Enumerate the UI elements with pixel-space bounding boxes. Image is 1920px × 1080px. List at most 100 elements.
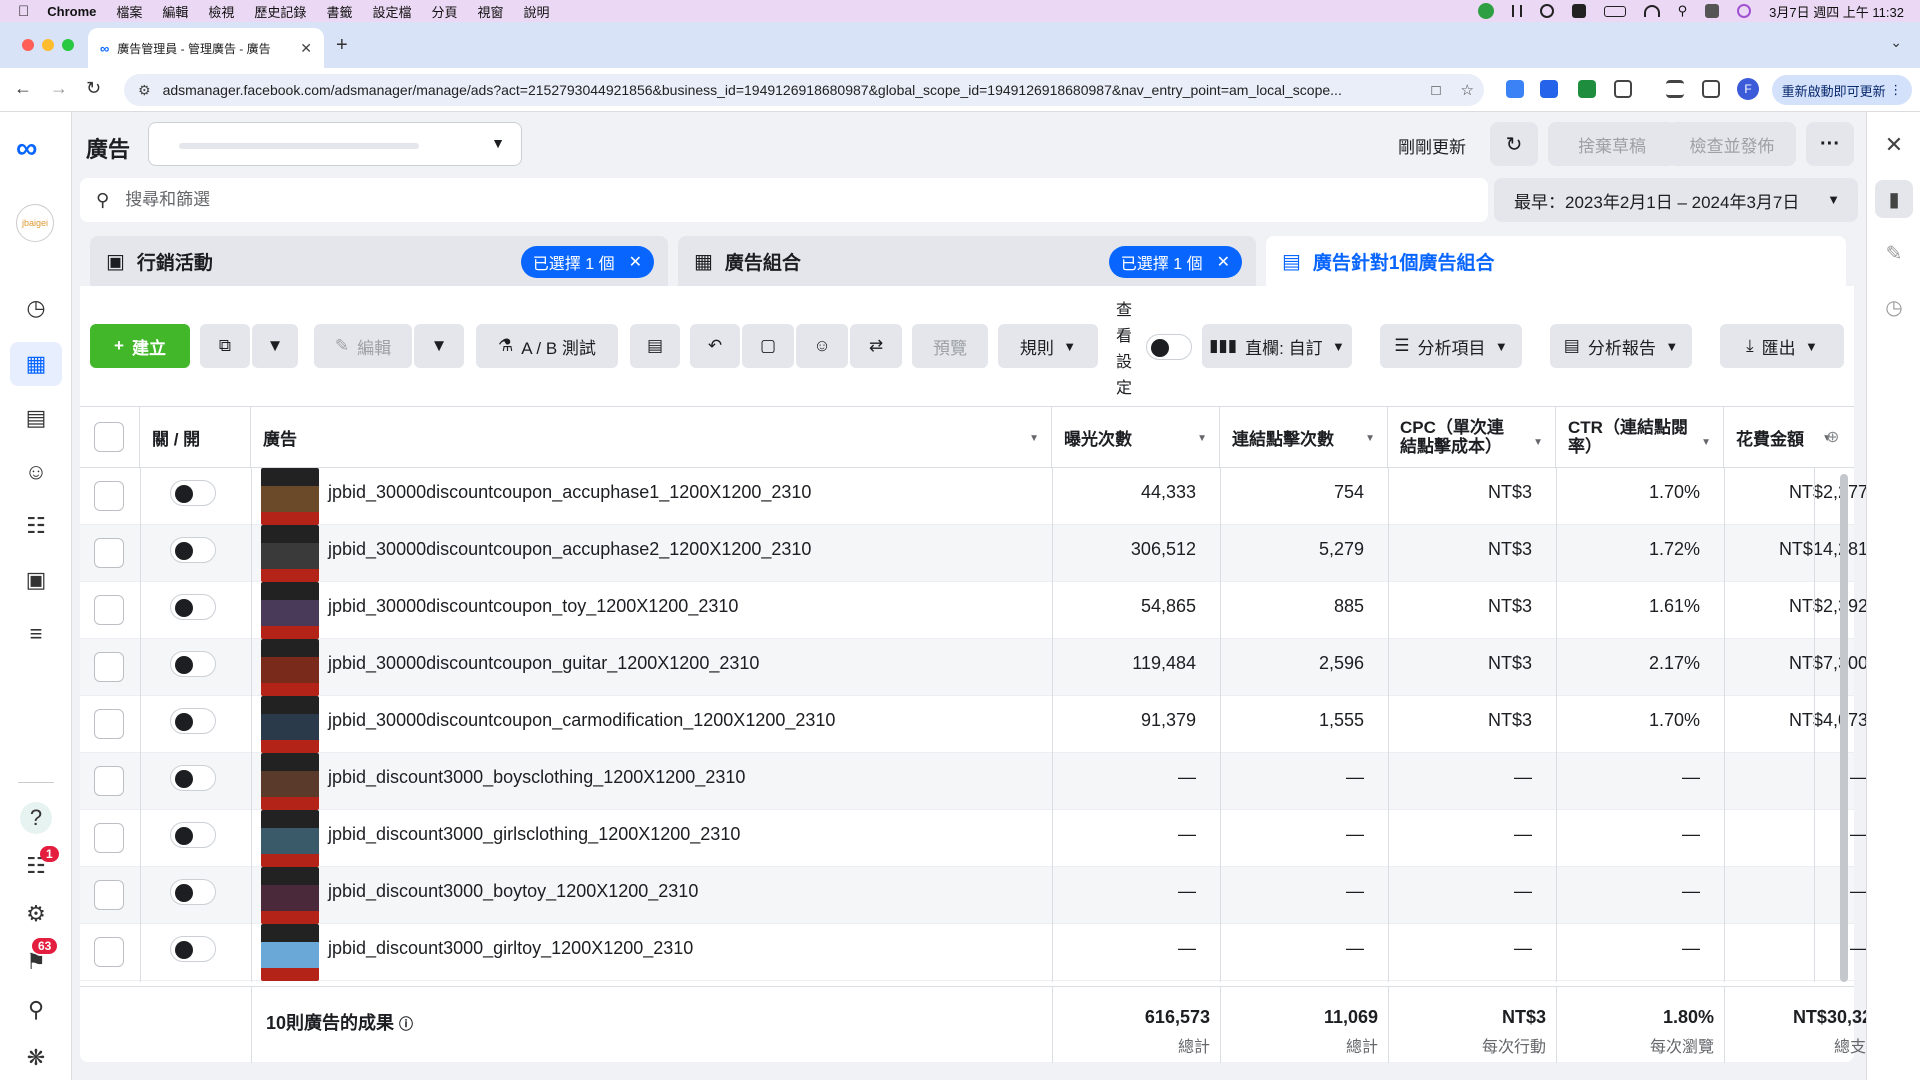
audience-button[interactable]: ☺: [796, 324, 848, 368]
cpc-column-header[interactable]: CPC（單次連結點擊成本） ▼: [1388, 407, 1556, 467]
campaigns-selected-chip[interactable]: 已選擇 1 個 ✕: [520, 246, 654, 278]
ad-thumbnail[interactable]: [261, 582, 319, 639]
all-tools-menu-icon[interactable]: ≡: [20, 618, 52, 650]
menu-view[interactable]: 檢視: [208, 2, 234, 21]
battery-icon[interactable]: [1603, 5, 1626, 17]
table-row[interactable]: jpbid_30000discountcoupon_toy_1200X1200_…: [80, 582, 1868, 639]
media-library-icon[interactable]: ▣: [20, 564, 52, 596]
ads-manager-table-icon[interactable]: ▦: [20, 348, 52, 380]
ad-status-toggle[interactable]: [170, 708, 216, 734]
help-icon[interactable]: ?: [20, 802, 52, 834]
play-icon[interactable]: [1539, 4, 1554, 18]
review-publish-button[interactable]: 檢查並發佈: [1668, 122, 1796, 166]
new-tab-button[interactable]: +: [336, 34, 348, 57]
swap-button[interactable]: ⇄: [850, 324, 902, 368]
breakdown-button[interactable]: ☰ 分析項目 ▼: [1380, 324, 1522, 368]
close-tab-icon[interactable]: ✕: [300, 40, 312, 57]
install-app-icon[interactable]: □: [1431, 82, 1440, 99]
ad-thumbnail[interactable]: [261, 924, 319, 981]
tuning-fork-icon[interactable]: [1511, 5, 1522, 17]
ctr-column-header[interactable]: CTR（連結點閱率） ▼: [1556, 407, 1724, 467]
table-row[interactable]: jpbid_discount3000_girlsclothing_1200X12…: [80, 810, 1868, 867]
edit-dropdown[interactable]: ▼: [414, 324, 464, 368]
add-column-icon[interactable]: ⊕: [1826, 427, 1839, 447]
impressions-column-header[interactable]: 曝光次數 ▼: [1052, 407, 1220, 467]
ad-status-toggle[interactable]: [170, 537, 216, 563]
audiences-icon[interactable]: ☺: [20, 456, 52, 488]
ab-test-button[interactable]: ⚗ A / B 測試: [476, 324, 618, 368]
table-row[interactable]: jpbid_30000discountcoupon_guitar_1200X12…: [80, 639, 1868, 696]
row-checkbox[interactable]: [94, 709, 124, 739]
rules-button[interactable]: 規則 ▼: [998, 324, 1098, 368]
charts-icon[interactable]: ▮: [1875, 180, 1913, 218]
siri-icon[interactable]: [1737, 4, 1752, 18]
reports-button[interactable]: ▤ 分析報告 ▼: [1550, 324, 1692, 368]
puzzle-extensions-icon[interactable]: [1614, 80, 1632, 98]
ad-thumbnail[interactable]: [261, 696, 319, 753]
adsets-selected-chip[interactable]: 已選擇 1 個 ✕: [1108, 246, 1242, 278]
ad-name[interactable]: jpbid_30000discountcoupon_guitar_1200X12…: [328, 653, 759, 674]
ad-thumbnail[interactable]: [261, 810, 319, 867]
table-row[interactable]: jpbid_30000discountcoupon_carmodificatio…: [80, 696, 1868, 753]
tab-search-chevron-icon[interactable]: ⌄: [1890, 34, 1902, 51]
row-checkbox[interactable]: [94, 481, 124, 511]
row-checkbox[interactable]: [94, 595, 124, 625]
refresh-button[interactable]: ↻: [1490, 122, 1538, 166]
duplicate-dropdown[interactable]: ▼: [252, 324, 298, 368]
undo-button[interactable]: ↶: [690, 324, 740, 368]
sort-icon[interactable]: ▼: [1197, 433, 1207, 444]
delete-button[interactable]: ▢: [742, 324, 794, 368]
table-row[interactable]: jpbid_discount3000_boytoy_1200X1200_2310…: [80, 867, 1868, 924]
account-avatar[interactable]: jbaigei: [16, 204, 54, 242]
address-bar[interactable]: ⚙ adsmanager.facebook.com/adsmanager/man…: [124, 74, 1484, 106]
date-range-picker[interactable]: 最早：2023年2月1日 – 2024年3月7日 ▼: [1494, 178, 1858, 222]
menu-history[interactable]: 歷史記錄: [254, 2, 306, 21]
more-options-button[interactable]: ···: [1806, 122, 1854, 166]
dashboard-icon[interactable]: ◷: [20, 292, 52, 324]
row-checkbox[interactable]: [94, 880, 124, 910]
url-text[interactable]: adsmanager.facebook.com/adsmanager/manag…: [163, 82, 1422, 98]
menu-tab[interactable]: 分頁: [431, 2, 457, 21]
ad-thumbnail[interactable]: [261, 753, 319, 810]
side-panel-icon[interactable]: [1702, 80, 1720, 98]
relaunch-update-button[interactable]: 重新啟動即可更新 ⋮: [1772, 75, 1912, 105]
ad-name[interactable]: jpbid_discount3000_girlsclothing_1200X12…: [328, 824, 740, 845]
info-icon[interactable]: ⓘ: [399, 1016, 413, 1032]
table-row[interactable]: jpbid_30000discountcoupon_accuphase2_120…: [80, 525, 1868, 582]
close-window-button[interactable]: [22, 39, 34, 51]
search-filter-bar[interactable]: ⚲: [80, 178, 1488, 222]
ad-name[interactable]: jpbid_30000discountcoupon_accuphase2_120…: [328, 539, 811, 560]
extension-icon[interactable]: [1506, 80, 1524, 98]
translate-extension-icon[interactable]: [1540, 80, 1558, 98]
menu-window[interactable]: 視窗: [477, 2, 503, 21]
site-info-icon[interactable]: ⚙: [138, 82, 151, 99]
tab-adsets[interactable]: ▦ 廣告組合 已選擇 1 個 ✕: [678, 236, 1256, 286]
search-input[interactable]: [125, 190, 1326, 210]
ad-thumbnail[interactable]: [261, 639, 319, 696]
create-button[interactable]: + 建立: [90, 324, 190, 368]
ad-status-toggle[interactable]: [170, 651, 216, 677]
close-panel-icon[interactable]: ✕: [1875, 126, 1913, 164]
sort-icon[interactable]: ▼: [1029, 433, 1039, 444]
ad-thumbnail[interactable]: [261, 867, 319, 924]
duplicate-button[interactable]: ⧉: [200, 324, 250, 368]
ad-column-header[interactable]: 廣告 ▼: [251, 407, 1052, 467]
spotlight-icon[interactable]: ⚲: [1678, 3, 1688, 19]
search-rail-icon[interactable]: ⚲: [20, 994, 52, 1026]
select-all-checkbox[interactable]: [94, 422, 124, 452]
wifi-icon[interactable]: [1643, 5, 1660, 17]
ad-status-toggle[interactable]: [170, 936, 216, 962]
menu-bookmarks[interactable]: 書籤: [326, 2, 352, 21]
toggle-column-header[interactable]: 關 / 開: [140, 407, 251, 467]
menu-edit[interactable]: 編輯: [162, 2, 188, 21]
export-button[interactable]: ⤓ 匯出 ▼: [1720, 324, 1844, 368]
tab-ads[interactable]: ▤ 廣告針對1個廣告組合: [1266, 236, 1846, 286]
settings-gear-icon[interactable]: ⚙: [20, 898, 52, 930]
clock[interactable]: 3月7日 週四 上午 11:32: [1769, 2, 1904, 21]
apple-icon[interactable]: : [18, 3, 29, 20]
preview-button[interactable]: 預覽: [912, 324, 988, 368]
table-row[interactable]: jpbid_discount3000_boysclothing_1200X120…: [80, 753, 1868, 810]
zoom-window-button[interactable]: [62, 39, 74, 51]
row-checkbox[interactable]: [94, 652, 124, 682]
columns-button[interactable]: ▮▮▮ 直欄: 自訂 ▼: [1202, 324, 1352, 368]
